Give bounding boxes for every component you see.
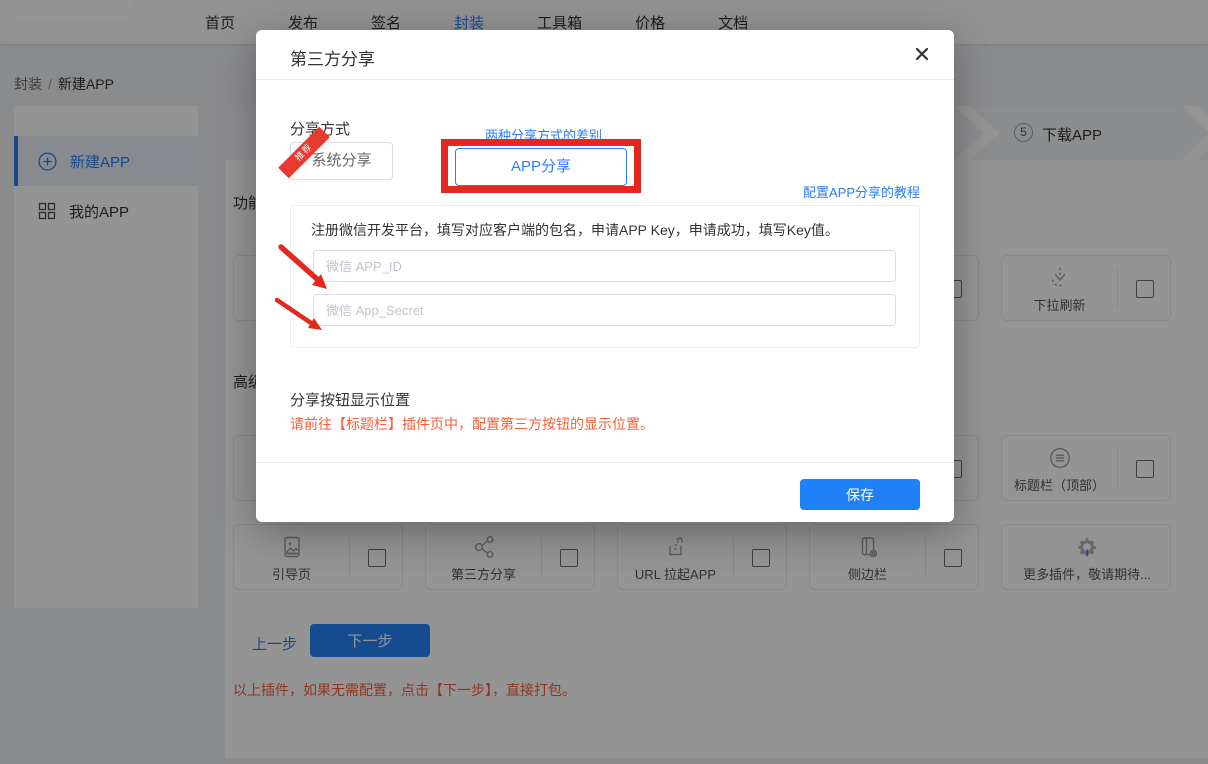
share-mode-diff-link[interactable]: 两种分享方式的差别 [485,125,602,144]
wechat-appid-input[interactable] [313,250,896,282]
third-party-share-dialog: 第三方分享 分享方式 两种分享方式的差别 推荐 系统分享 APP分享 配置APP… [256,30,954,522]
wechat-instruction: 注册微信开发平台，填写对应客户端的包名，申请APP Key，申请成功，填写Key… [311,220,839,240]
save-button[interactable]: 保存 [800,479,920,510]
close-icon[interactable] [914,46,932,64]
dialog-footer: 保存 [256,462,954,522]
app-share-tutorial-link[interactable]: 配置APP分享的教程 [803,182,920,201]
wechat-config-panel: 注册微信开发平台，填写对应客户端的包名，申请APP Key，申请成功，填写Key… [290,205,920,348]
system-share-button[interactable]: 推荐 系统分享 [290,142,393,180]
share-button-position-note: 请前往【标题栏】插件页中，配置第三方按钮的显示位置。 [290,414,654,434]
wechat-secret-input[interactable] [313,294,896,326]
share-button-position-label: 分享按钮显示位置 [290,389,410,410]
dialog-header: 第三方分享 [256,30,954,80]
app-share-button[interactable]: APP分享 [455,148,627,186]
dialog-title: 第三方分享 [290,45,375,70]
system-share-label: 系统分享 [311,152,371,169]
